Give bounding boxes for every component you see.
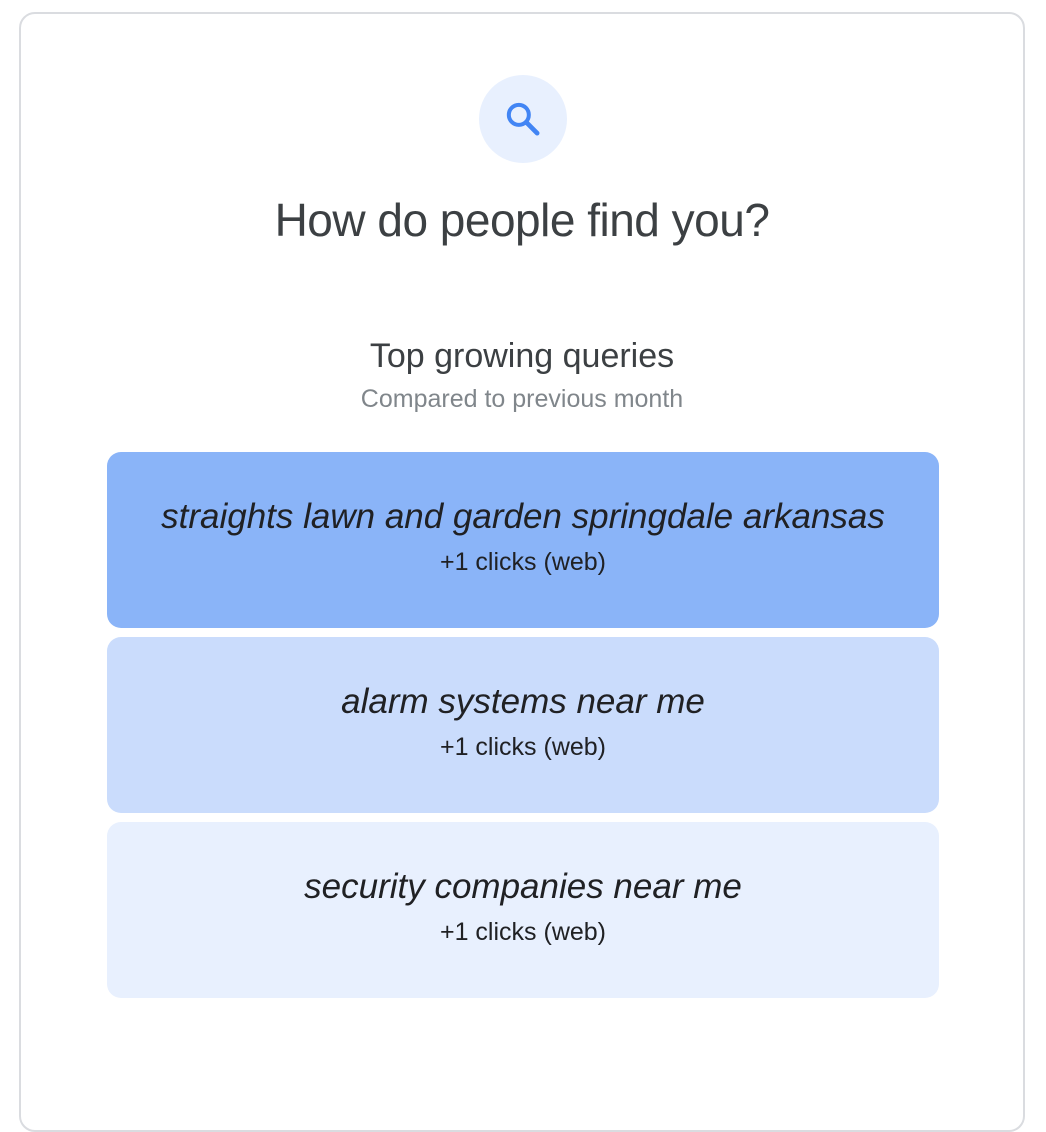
query-text: straights lawn and garden springdale ark… — [161, 497, 885, 536]
search-icon — [506, 102, 540, 136]
query-text: security companies near me — [304, 867, 742, 906]
search-icon-badge — [479, 75, 567, 163]
queries-card: How do people find you? Top growing quer… — [19, 12, 1025, 1132]
query-item: straights lawn and garden springdale ark… — [107, 452, 939, 628]
query-item: security companies near me +1 clicks (we… — [107, 822, 939, 998]
page-title: How do people find you? — [274, 194, 770, 246]
query-clicks: +1 clicks (web) — [439, 918, 606, 946]
section-title: Top growing queries — [369, 337, 675, 375]
query-text: alarm systems near me — [341, 682, 705, 721]
query-item: alarm systems near me +1 clicks (web) — [107, 637, 939, 813]
section-subtitle: Compared to previous month — [360, 385, 684, 413]
query-clicks: +1 clicks (web) — [439, 733, 606, 761]
query-clicks: +1 clicks (web) — [439, 548, 606, 576]
